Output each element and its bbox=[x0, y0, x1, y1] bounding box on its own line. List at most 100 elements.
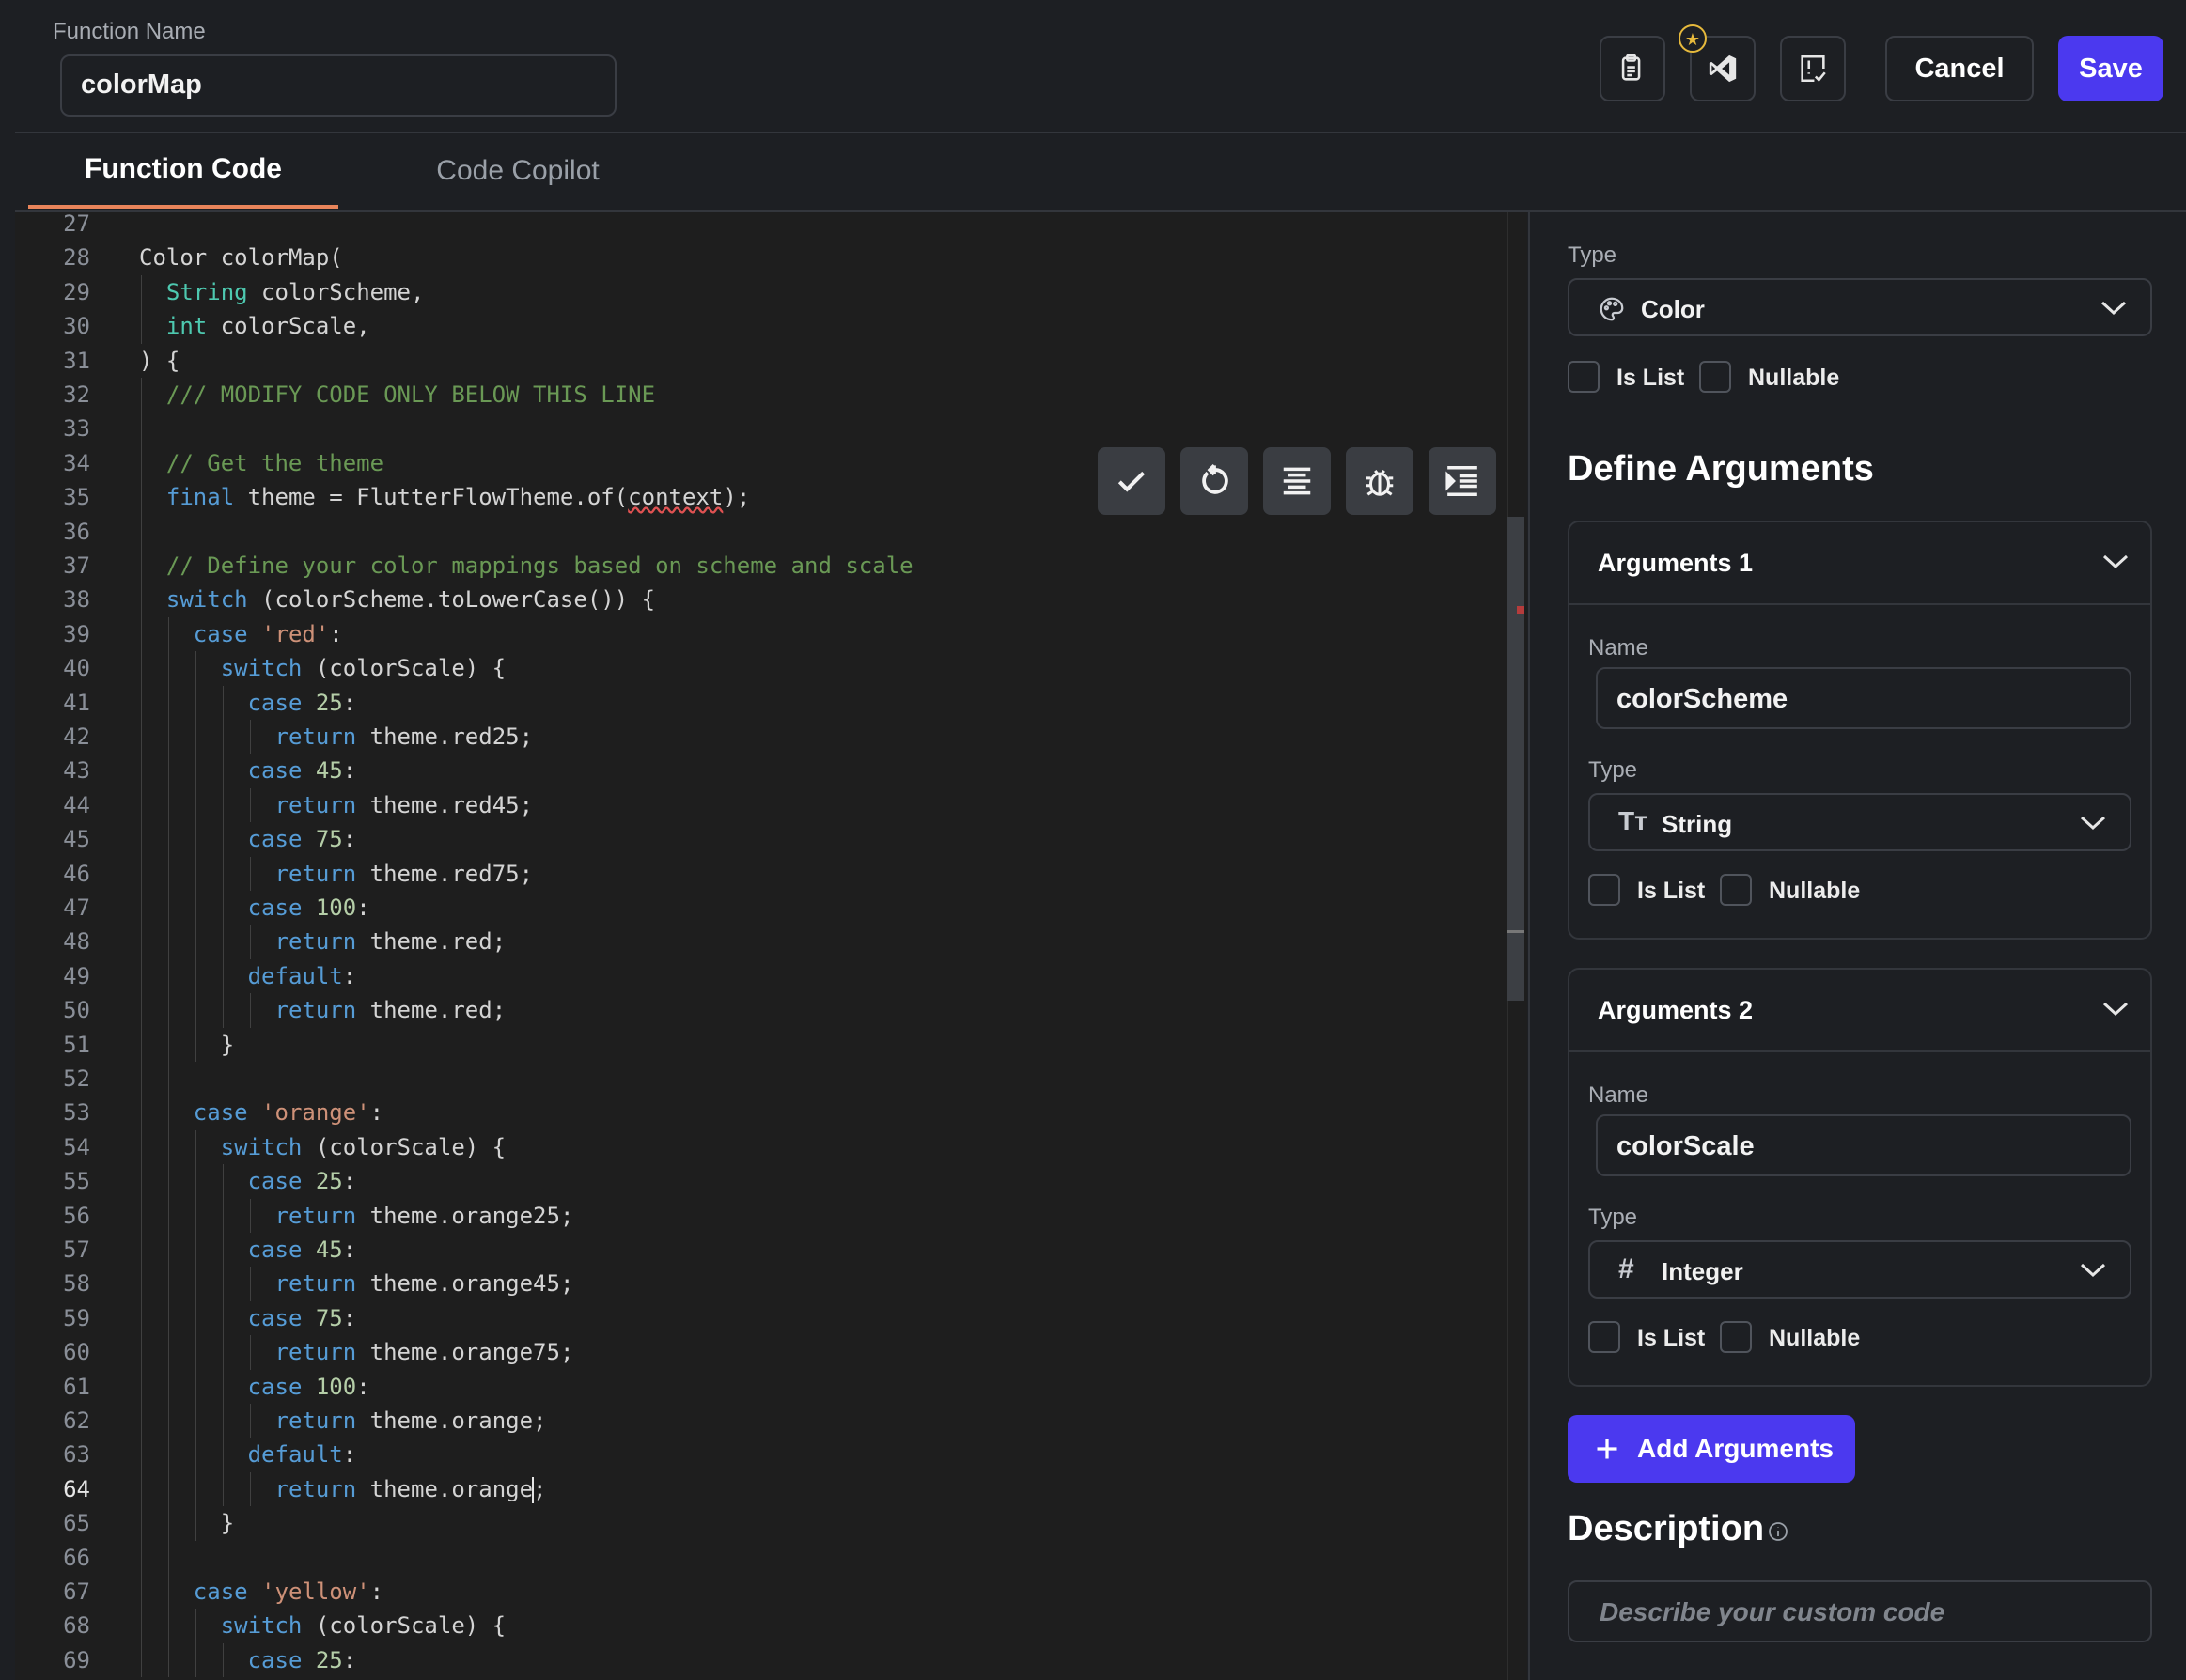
argument-1-nullable-checkbox[interactable] bbox=[1720, 874, 1752, 906]
argument-card-2: Arguments 2 Name colorScale Type # Integ… bbox=[1568, 968, 2152, 1387]
tab-function-code[interactable]: Function Code bbox=[28, 133, 338, 209]
line-number: 49 bbox=[63, 962, 90, 989]
indent-guide bbox=[141, 274, 142, 344]
chevron-down-icon bbox=[2101, 552, 2130, 576]
line-number: 28 bbox=[63, 244, 90, 272]
argument-1-name-value: colorScheme bbox=[1616, 684, 1788, 714]
copy-code-button[interactable] bbox=[1600, 36, 1665, 101]
argument-2-type-select[interactable]: # Integer bbox=[1588, 1240, 2131, 1299]
line-number: 52 bbox=[63, 1066, 90, 1092]
open-vscode-button[interactable]: ★ bbox=[1679, 24, 1756, 101]
argument-1-nullable-label: Nullable bbox=[1769, 878, 1861, 904]
line-number: 55 bbox=[63, 1168, 90, 1195]
argument-1-header[interactable]: Arguments 1 bbox=[1569, 522, 2150, 605]
argument-1-name-input[interactable]: colorScheme bbox=[1596, 667, 2131, 729]
code-line: case 45: bbox=[247, 1237, 357, 1263]
indent-guide bbox=[249, 856, 251, 891]
code-editor[interactable]: 27 28 29 30 31 32 33 34 35 36 37 38 39 40 41 42 43 44 45 46… bbox=[15, 212, 1526, 1680]
indent-guide bbox=[167, 616, 169, 1678]
star-badge-icon: ★ bbox=[1679, 24, 1707, 53]
line-number: 38 bbox=[63, 586, 90, 614]
return-is-list-checkbox[interactable] bbox=[1568, 361, 1600, 393]
argument-1-is-list-checkbox[interactable] bbox=[1588, 874, 1620, 906]
debug-button[interactable] bbox=[1346, 447, 1413, 515]
check-button[interactable] bbox=[1098, 447, 1165, 515]
code-line: return theme.orange; bbox=[274, 1475, 547, 1503]
code-line: case 'orange': bbox=[193, 1099, 384, 1127]
format-button[interactable] bbox=[1263, 447, 1331, 515]
function-settings-panel: Type Color Is List Nullable Define Argum… bbox=[1528, 212, 2186, 1680]
line-number: 64 bbox=[63, 1475, 90, 1502]
code-line: case 'yellow': bbox=[193, 1579, 384, 1605]
add-arguments-label: Add Arguments bbox=[1637, 1434, 1834, 1463]
code-line: switch (colorScheme.toLowerCase()) { bbox=[165, 586, 656, 614]
return-type-select[interactable]: Color bbox=[1568, 278, 2152, 336]
review-icon bbox=[1801, 54, 1826, 83]
line-number: 65 bbox=[63, 1510, 90, 1537]
code-line: String colorScheme, bbox=[165, 278, 425, 305]
refresh-button[interactable] bbox=[1180, 447, 1248, 515]
code-line: case 25: bbox=[247, 689, 357, 716]
review-button[interactable] bbox=[1780, 36, 1846, 101]
chevron-down-icon bbox=[2079, 814, 2107, 837]
code-line: case 25: bbox=[247, 1168, 357, 1195]
tab-code-copilot[interactable]: Code Copilot bbox=[363, 133, 673, 209]
indent-guide bbox=[249, 925, 251, 959]
code-line: return theme.orange75; bbox=[274, 1339, 574, 1366]
line-number: 33 bbox=[63, 415, 90, 443]
line-number: 45 bbox=[63, 826, 90, 853]
code-line: int colorScale, bbox=[165, 313, 370, 340]
line-number: 67 bbox=[63, 1579, 90, 1605]
line-number: 35 bbox=[63, 484, 90, 511]
function-name-input[interactable]: colorMap bbox=[60, 54, 617, 117]
editor-scrollbar-thumb[interactable] bbox=[1507, 517, 1524, 1001]
code-line: return theme.red45; bbox=[274, 791, 534, 818]
indent-guide bbox=[222, 1164, 224, 1507]
text-type-icon: Tт bbox=[1618, 806, 1647, 835]
line-number: 59 bbox=[63, 1304, 90, 1331]
line-number: 50 bbox=[63, 997, 90, 1024]
indent-guide bbox=[249, 787, 251, 823]
code-line: return theme.orange; bbox=[274, 1408, 547, 1434]
code-line: case 45: bbox=[247, 757, 357, 785]
argument-2-name-input[interactable]: colorScale bbox=[1596, 1114, 2131, 1176]
line-number: 48 bbox=[63, 928, 90, 956]
return-nullable-checkbox[interactable] bbox=[1699, 361, 1731, 393]
save-button[interactable]: Save bbox=[2058, 36, 2163, 101]
line-number: 68 bbox=[63, 1612, 90, 1640]
line-number: 46 bbox=[63, 860, 90, 887]
line-number: 69 bbox=[63, 1646, 90, 1673]
argument-1-type-select[interactable]: Tт String bbox=[1588, 793, 2131, 851]
code-area[interactable]: Color colorMap(String colorScheme, int co… bbox=[139, 212, 1511, 1680]
argument-2-nullable-checkbox[interactable] bbox=[1720, 1321, 1752, 1353]
line-number: 47 bbox=[63, 894, 90, 921]
code-line: case 'red': bbox=[193, 620, 343, 647]
line-number: 31 bbox=[63, 347, 90, 374]
argument-2-header[interactable]: Arguments 2 bbox=[1569, 970, 2150, 1052]
line-number: 56 bbox=[63, 1202, 90, 1229]
code-line: switch (colorScale) { bbox=[220, 1612, 507, 1640]
indent-button[interactable] bbox=[1429, 447, 1496, 515]
code-line: } bbox=[220, 1031, 235, 1058]
line-number: 54 bbox=[63, 1133, 90, 1160]
code-line: case 100: bbox=[247, 894, 370, 921]
code-line: case 100: bbox=[247, 1373, 370, 1400]
code-line: /// MODIFY CODE ONLY BELOW THIS LINE bbox=[165, 381, 656, 408]
define-arguments-title: Define Arguments bbox=[1568, 449, 1874, 489]
line-number: 37 bbox=[63, 552, 90, 579]
tab-bar: Function Code Code Copilot bbox=[15, 133, 2186, 212]
argument-2-is-list-checkbox[interactable] bbox=[1588, 1321, 1620, 1353]
refresh-icon bbox=[1202, 464, 1228, 494]
line-number: 30 bbox=[63, 313, 90, 340]
add-arguments-button[interactable]: Add Arguments bbox=[1568, 1415, 1855, 1483]
argument-card-1: Arguments 1 Name colorScheme Type Tт Str… bbox=[1568, 521, 2152, 940]
vscode-icon bbox=[1709, 54, 1737, 83]
line-number: 36 bbox=[63, 518, 90, 545]
cancel-button[interactable]: Cancel bbox=[1885, 36, 2034, 101]
argument-2-type-value: Integer bbox=[1662, 1257, 1743, 1285]
description-input[interactable]: Describe your custom code bbox=[1568, 1580, 2152, 1642]
argument-1-type-value: String bbox=[1662, 810, 1733, 838]
copy-code-icon bbox=[1621, 54, 1641, 81]
function-name-label: Function Name bbox=[53, 19, 206, 44]
info-icon[interactable] bbox=[1767, 1520, 1789, 1548]
